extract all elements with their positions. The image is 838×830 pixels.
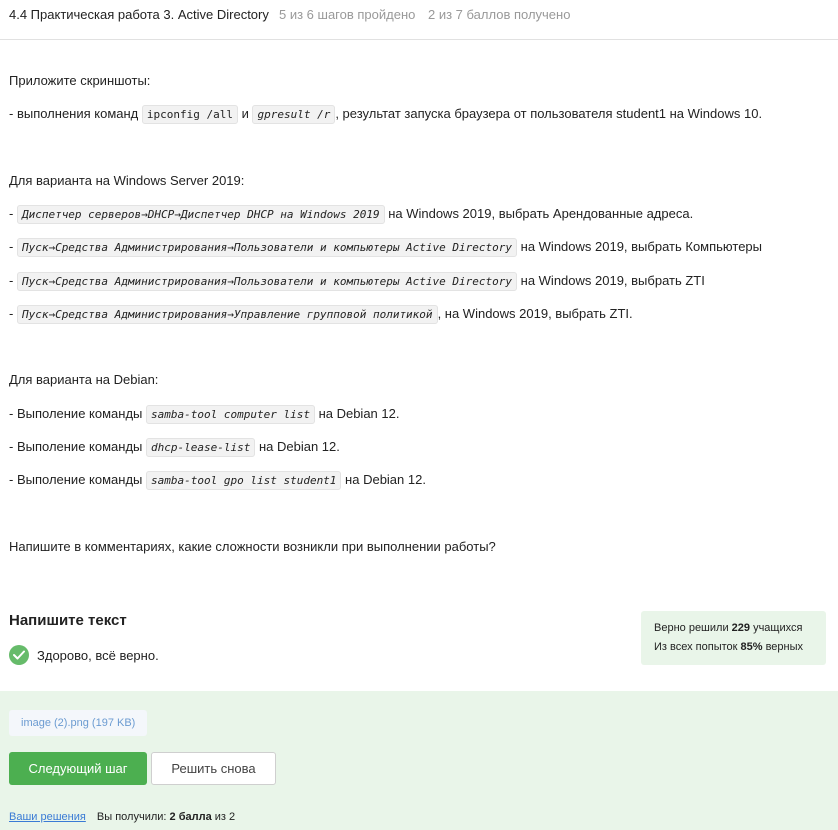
points-progress: 2 из 7 баллов получено [428, 7, 571, 22]
code-path: Пуск→Средства Администрирования→Управлен… [16, 305, 438, 324]
text: - выполнения команд [9, 106, 142, 121]
debian-heading: Для варианта на Debian: [9, 372, 159, 387]
check-circle-icon [9, 645, 29, 665]
text: учащихся [750, 622, 803, 634]
text: на Debian 12. [314, 406, 400, 421]
attempts-percent: 85% [740, 641, 763, 653]
score-value: 2 балла [169, 811, 212, 823]
attached-file-link[interactable]: image (2).png (197 KB) [9, 710, 148, 736]
answer-feedback-text: Здорово, всё верно. [37, 647, 159, 663]
solved-count: 229 [731, 622, 751, 634]
code-command: samba-tool computer list [146, 405, 315, 424]
text: Из всех попыток [654, 641, 741, 653]
your-solutions-link[interactable]: Ваши решения [9, 811, 86, 823]
score-row: Ваши решения Вы получили: 2 балла из 2 [9, 811, 235, 823]
solved-stat: Верно решили 229 учащихся [654, 619, 813, 638]
steps-progress: 5 из 6 шагов пройдено [279, 7, 416, 22]
text: , на Windows 2019, выбрать ZTI. [437, 306, 633, 321]
text: и [237, 106, 253, 121]
code-gpresult: gpresult /r [252, 105, 336, 124]
attempts-stat: Из всех попыток 85% верных [654, 638, 813, 657]
solve-stats: Верно решили 229 учащихся Из всех попыто… [641, 611, 826, 665]
step-header: 4.4 Практическая работа 3. Active Direct… [0, 0, 838, 40]
text: верных [762, 641, 804, 653]
code-path: Диспетчер серверов→DHCP→Диспетчер DHCP н… [16, 205, 385, 224]
text: на Debian 12. [255, 439, 340, 454]
debian-item: - Выполение команды dhcp-lease-list на D… [9, 437, 340, 458]
text: - [9, 273, 17, 288]
text: из 2 [211, 811, 236, 823]
debian-item: - Выполение команды samba-tool gpo list … [9, 470, 426, 491]
windows-item: - Пуск→Средства Администрирования→Пользо… [9, 271, 705, 292]
code-command: samba-tool gpo list student1 [146, 471, 342, 490]
solve-again-button[interactable]: Решить снова [151, 752, 276, 785]
text: на Windows 2019, выбрать Компьютеры [517, 239, 762, 254]
task-line-commands: - выполнения команд ipconfig /all и gpre… [9, 104, 762, 125]
text: - Выполение команды [9, 439, 146, 454]
attach-prompt: Приложите скриншоты: [9, 73, 151, 88]
code-command: dhcp-lease-list [146, 438, 256, 457]
windows-heading: Для варианта на Windows Server 2019: [9, 173, 245, 188]
debian-item: - Выполение команды samba-tool computer … [9, 404, 399, 425]
windows-item: - Пуск→Средства Администрирования→Пользо… [9, 237, 762, 258]
text: , результат запуска браузера от пользова… [335, 106, 763, 121]
text: - [9, 206, 17, 221]
text: Вы получили: [96, 811, 170, 823]
text: на Windows 2019, выбрать ZTI [517, 273, 705, 288]
text: Верно решили [654, 622, 732, 634]
lesson-title: 4.4 Практическая работа 3. Active Direct… [9, 7, 269, 22]
text: - Выполение команды [9, 406, 146, 421]
windows-item: - Диспетчер серверов→DHCP→Диспетчер DHCP… [9, 204, 693, 225]
next-step-button[interactable]: Следующий шаг [9, 752, 147, 785]
code-path: Пуск→Средства Администрирования→Пользова… [16, 272, 518, 291]
windows-item: - Пуск→Средства Администрирования→Управл… [9, 304, 633, 325]
answer-result: Здорово, всё верно. [9, 645, 159, 665]
comment-prompt: Напишите в комментариях, какие сложности… [9, 539, 496, 554]
text: - [9, 239, 17, 254]
code-path: Пуск→Средства Администрирования→Пользова… [16, 238, 518, 257]
answer-heading: Напишите текст [9, 612, 127, 629]
text: на Debian 12. [341, 472, 426, 487]
text: на Windows 2019, выбрать Арендованные ад… [384, 206, 694, 221]
code-ipconfig: ipconfig /all [141, 105, 238, 124]
text: - [9, 306, 17, 321]
text: - Выполение команды [9, 472, 146, 487]
